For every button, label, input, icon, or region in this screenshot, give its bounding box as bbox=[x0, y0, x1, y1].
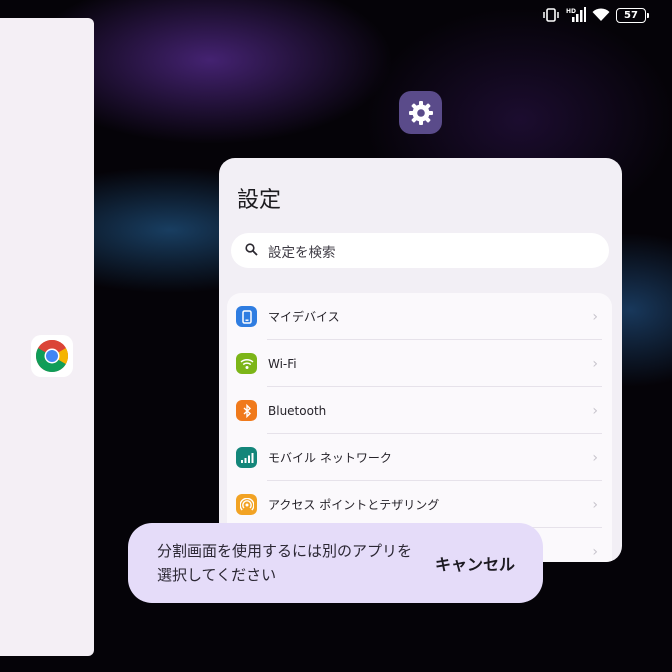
search-input[interactable]: 設定を検索 bbox=[231, 233, 609, 268]
settings-item-label: Bluetooth bbox=[268, 403, 327, 418]
chevron-right-icon: › bbox=[592, 449, 598, 466]
settings-item-wifi[interactable]: Wi-Fi › bbox=[227, 340, 612, 387]
wifi-icon bbox=[236, 353, 257, 374]
wifi-icon bbox=[592, 8, 610, 22]
recent-app-card-chrome[interactable] bbox=[0, 18, 94, 656]
settings-item-mobile-network[interactable]: モバイル ネットワーク › bbox=[227, 434, 612, 481]
phone-icon bbox=[236, 306, 257, 327]
page-title: 設定 bbox=[237, 188, 282, 213]
settings-gear-icon[interactable] bbox=[399, 91, 442, 134]
search-icon bbox=[245, 241, 258, 260]
hotspot-icon bbox=[236, 494, 257, 515]
cellular-signal-icon: HD bbox=[566, 7, 586, 23]
chevron-right-icon: › bbox=[592, 496, 598, 513]
settings-item-my-device[interactable]: マイデバイス › bbox=[227, 293, 612, 340]
battery-level: 57 bbox=[624, 9, 638, 21]
chevron-right-icon: › bbox=[592, 355, 598, 372]
status-bar: HD 57 bbox=[542, 6, 649, 24]
split-screen-toast: 分割画面を使用するには別のアプリを選択してください キャンセル bbox=[128, 523, 543, 603]
settings-item-bluetooth[interactable]: Bluetooth › bbox=[227, 387, 612, 434]
settings-item-label: アクセス ポイントとテザリング bbox=[268, 498, 440, 512]
battery-icon: 57 bbox=[616, 7, 649, 23]
chevron-right-icon: › bbox=[592, 308, 598, 325]
chrome-icon[interactable] bbox=[31, 335, 73, 377]
recent-app-card-settings[interactable]: 設定 設定を検索 マイデバイス › Wi-Fi › Bluetooth › モバ… bbox=[219, 158, 622, 562]
vibrate-icon bbox=[542, 8, 560, 22]
network-label: HD bbox=[566, 8, 576, 15]
signal-bars-icon bbox=[236, 447, 257, 468]
settings-item-label: モバイル ネットワーク bbox=[268, 451, 392, 465]
chevron-right-icon: › bbox=[592, 543, 598, 560]
search-placeholder: 設定を検索 bbox=[268, 244, 336, 261]
settings-item-hotspot[interactable]: アクセス ポイントとテザリング › bbox=[227, 481, 612, 528]
settings-item-label: マイデバイス bbox=[268, 310, 340, 324]
settings-item-label: Wi-Fi bbox=[268, 356, 297, 371]
cancel-button[interactable]: キャンセル bbox=[435, 551, 515, 575]
settings-list: マイデバイス › Wi-Fi › Bluetooth › モバイル ネットワーク… bbox=[227, 293, 612, 562]
toast-message: 分割画面を使用するには別のアプリを選択してください bbox=[157, 542, 413, 584]
chevron-right-icon: › bbox=[592, 402, 598, 419]
bluetooth-icon bbox=[236, 400, 257, 421]
